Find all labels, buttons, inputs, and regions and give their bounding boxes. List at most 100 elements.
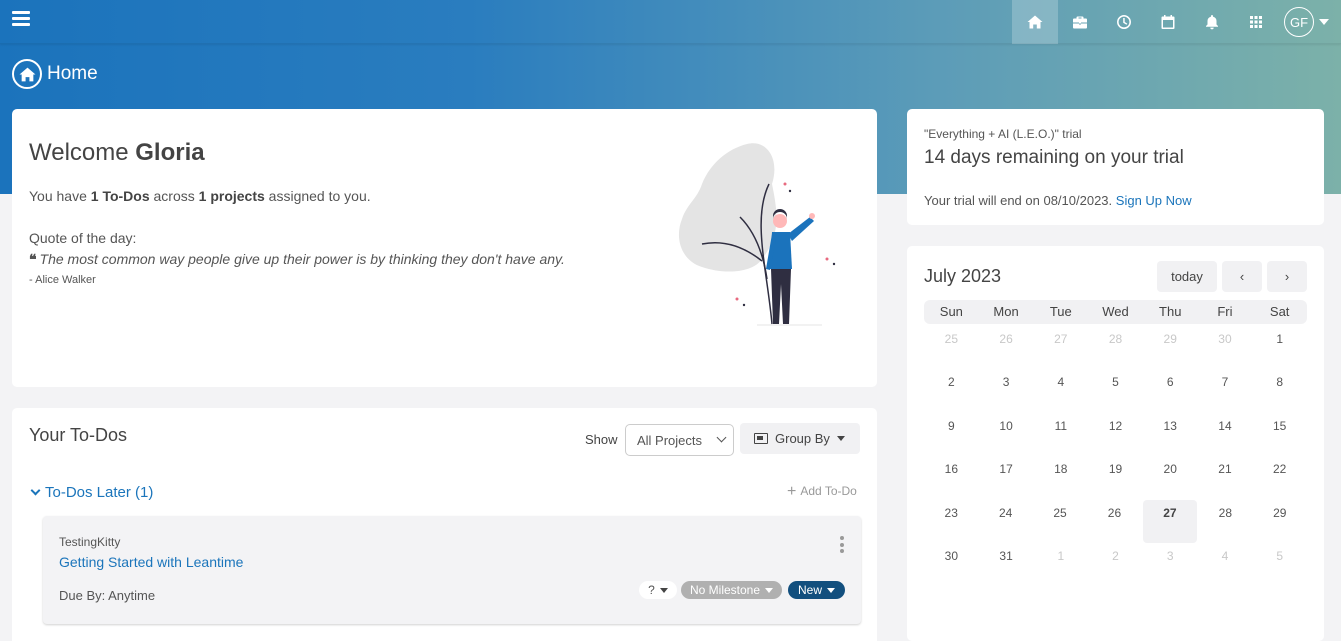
image-icon	[754, 433, 768, 444]
calendar-day[interactable]: 21	[1198, 456, 1253, 499]
calendar-day[interactable]: 2	[924, 369, 979, 412]
todo-title-link[interactable]: Getting Started with Leantime	[59, 554, 243, 570]
calendar-day[interactable]: 1	[1252, 326, 1307, 369]
caret-down-icon	[827, 587, 835, 593]
calendar-day[interactable]: 5	[1252, 543, 1307, 586]
trial-remaining: 14 days remaining on your trial	[924, 147, 1184, 168]
calendar-day[interactable]: 23	[924, 500, 978, 543]
user-name: Gloria	[135, 139, 205, 166]
todo-project: TestingKitty	[59, 535, 121, 549]
bell-icon	[1206, 15, 1218, 30]
more-options-icon[interactable]	[839, 536, 845, 553]
calendar-next-button[interactable]: ›	[1267, 261, 1307, 292]
nav-projects[interactable]	[1058, 0, 1102, 44]
chevron-down-icon	[30, 485, 41, 496]
calendar-day[interactable]: 3	[1143, 543, 1198, 586]
calendar-week-row: 2345678	[924, 369, 1307, 412]
nav-notifications[interactable]	[1190, 0, 1234, 44]
calendar-day[interactable]: 8	[1252, 369, 1307, 412]
todo-group-toggle[interactable]: To-Dos Later (1)	[29, 484, 153, 501]
nav-apps[interactable]	[1234, 0, 1278, 44]
calendar-day[interactable]: 6	[1143, 369, 1198, 412]
calendar-day[interactable]: 19	[1088, 456, 1143, 499]
calendar-day[interactable]: 7	[1198, 369, 1253, 412]
calendar-day[interactable]: 16	[924, 456, 979, 499]
calendar-day[interactable]: 25	[1033, 500, 1087, 543]
nav-icons: GF	[1012, 0, 1341, 44]
calendar-day[interactable]: 24	[978, 500, 1032, 543]
calendar-day[interactable]: 28	[1088, 326, 1143, 369]
calendar-day[interactable]: 15	[1252, 413, 1307, 456]
calendar-day[interactable]: 30	[1198, 326, 1253, 369]
calendar-day[interactable]: 13	[1143, 413, 1198, 456]
calendar-day[interactable]: 12	[1088, 413, 1143, 456]
calendar-day[interactable]: 29	[1143, 326, 1198, 369]
calendar-day[interactable]: 26	[979, 326, 1034, 369]
calendar-day[interactable]: 26	[1087, 500, 1141, 543]
caret-down-icon	[765, 587, 774, 593]
welcome-card: Welcome Gloria You have 1 To-Dos across …	[12, 109, 877, 387]
calendar-day[interactable]: 18	[1033, 456, 1088, 499]
calendar-day[interactable]: 30	[924, 543, 979, 586]
calendar-day[interactable]: 25	[924, 326, 979, 369]
welcome-heading: Welcome Gloria	[29, 139, 205, 166]
todo-due-date: Due By: Anytime	[59, 588, 156, 603]
apps-grid-icon	[1250, 16, 1262, 28]
calendar-day[interactable]: 10	[979, 413, 1034, 456]
home-icon	[1027, 15, 1043, 29]
weekday-label: Wed	[1102, 304, 1129, 319]
caret-down-icon	[1319, 19, 1329, 25]
calendar-day[interactable]: 28	[1198, 500, 1252, 543]
avatar[interactable]: GF	[1284, 7, 1314, 37]
calendar-prev-button[interactable]: ‹	[1222, 261, 1262, 292]
effort-dropdown[interactable]: ?	[639, 581, 677, 599]
hamburger-menu-icon[interactable]	[12, 11, 30, 27]
calendar-day[interactable]: 9	[924, 413, 979, 456]
calendar-day[interactable]: 11	[1033, 413, 1088, 456]
quote-text: ❝ The most common way people give up thei…	[29, 251, 565, 267]
todo-summary: You have 1 To-Dos across 1 projects assi…	[29, 188, 371, 204]
milestone-dropdown[interactable]: No Milestone	[681, 581, 782, 599]
calendar-day[interactable]: 4	[1033, 369, 1088, 412]
home-circle-icon	[12, 59, 42, 89]
weekday-label: Sun	[939, 304, 963, 319]
calendar-day[interactable]: 31	[979, 543, 1034, 586]
trial-card: "Everything + AI (L.E.O.)" trial 14 days…	[907, 109, 1324, 225]
calendar-day[interactable]: 5	[1088, 369, 1143, 412]
calendar-day[interactable]: 3	[979, 369, 1034, 412]
calendar-day[interactable]: 29	[1253, 500, 1307, 543]
nav-home[interactable]	[1012, 0, 1058, 44]
calendar-day[interactable]: 1	[1033, 543, 1088, 586]
project-filter-select[interactable]: All Projects	[625, 424, 734, 456]
group-by-button[interactable]: Group By	[740, 423, 860, 454]
calendar-day[interactable]: 17	[979, 456, 1034, 499]
briefcase-icon	[1073, 16, 1087, 29]
calendar-widget: July 2023 today ‹ › Sun Mon Tue Wed Thu Fri Sa…	[907, 246, 1324, 641]
calendar-day[interactable]: 22	[1252, 456, 1307, 499]
calendar-today-button[interactable]: today	[1157, 261, 1217, 292]
welcome-illustration	[678, 143, 836, 326]
user-menu[interactable]: GF	[1284, 7, 1329, 37]
calendar-day[interactable]: 14	[1198, 413, 1253, 456]
calendar-day[interactable]: 4	[1198, 543, 1253, 586]
nav-calendar[interactable]	[1146, 0, 1190, 44]
todos-card: Your To-Dos Show All Projects Group By T…	[12, 408, 877, 641]
sign-up-link[interactable]: Sign Up Now	[1116, 193, 1192, 208]
status-dropdown[interactable]: New	[788, 581, 845, 599]
add-todo-button[interactable]: + Add To-Do	[787, 483, 857, 501]
calendar-day[interactable]: 27	[1033, 326, 1088, 369]
weekday-label: Tue	[1049, 304, 1072, 319]
quote-label: Quote of the day:	[29, 230, 137, 246]
quote-author: - Alice Walker	[29, 274, 96, 286]
nav-timesheets[interactable]	[1102, 0, 1146, 44]
calendar-week-row: 23 24 25 26 27 28 29	[924, 499, 1307, 543]
plus-icon: +	[787, 483, 797, 500]
calendar-day[interactable]: 2	[1088, 543, 1143, 586]
todos-title: Your To-Dos	[29, 425, 128, 445]
calendar-day-today[interactable]: 27	[1142, 499, 1198, 543]
calendar-week-row: 25 26 27 28 29 30 1	[924, 326, 1307, 369]
calendar-day[interactable]: 20	[1143, 456, 1198, 499]
calendar-grid: 25 26 27 28 29 30 1 2 3 4 5 6 7 8 9 10 11 12 13 14 15 16 17 18 1…	[924, 326, 1307, 586]
calendar-week-row: 16 17 18 19 20 21 22	[924, 456, 1307, 499]
calendar-weekday-header: Sun Mon Tue Wed Thu Fri Sat	[924, 300, 1307, 324]
